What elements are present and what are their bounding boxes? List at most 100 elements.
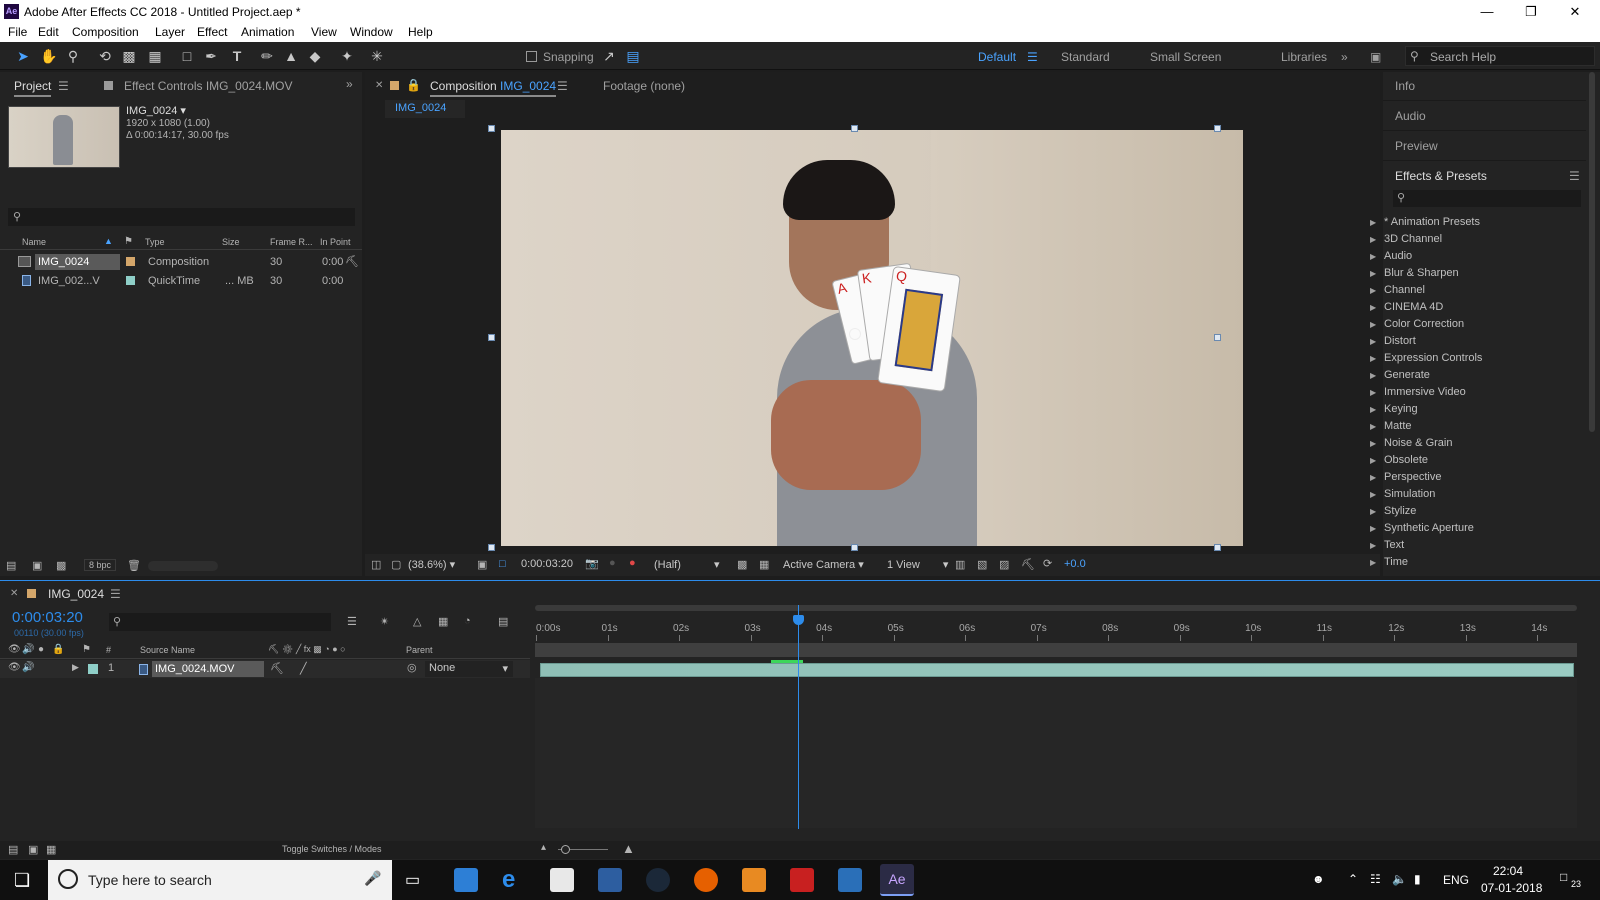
video-switch-icon[interactable]: 👁 [8, 644, 21, 655]
comp-breadcrumb[interactable]: IMG_0024 [385, 100, 465, 118]
sort-ascending-icon[interactable]: ▲ [104, 236, 113, 246]
flowchart-icon[interactable]: ⛏ [1021, 558, 1035, 571]
hand-tool-icon[interactable]: ✋ [40, 47, 58, 65]
effect-category[interactable]: Color Correction [1370, 318, 1464, 330]
search-help-field[interactable]: ⚲ Search Help [1405, 46, 1595, 66]
frame-blending-icon[interactable]: ▦ [438, 615, 448, 628]
label-color-swatch[interactable] [126, 276, 135, 285]
col-type[interactable]: Type [145, 237, 165, 247]
new-composition-icon[interactable]: ▩ [56, 559, 66, 572]
effect-category[interactable]: * Animation Presets [1370, 216, 1480, 228]
table-row[interactable]: IMG_002...V QuickTime ... MB 30 0:00 [0, 272, 362, 290]
workspace-menu-icon[interactable]: ☰ [1027, 50, 1038, 64]
effect-category[interactable]: Blur & Sharpen [1370, 267, 1459, 279]
draft-3d-icon[interactable]: ✴ [380, 615, 389, 628]
more-workspaces-icon[interactable]: » [1341, 50, 1348, 64]
clock-date[interactable]: 07-01-2018 [1481, 881, 1542, 895]
col-frame-rate[interactable]: Frame R... [270, 237, 313, 247]
menu-animation[interactable]: Animation [241, 25, 294, 39]
zoom-tool-icon[interactable]: ⚲ [64, 47, 82, 65]
expand-modes-icon[interactable]: ▣ [28, 843, 38, 856]
steam-icon[interactable] [646, 868, 670, 892]
effect-category[interactable]: Noise & Grain [1370, 437, 1453, 449]
type-tool-icon[interactable]: T [228, 47, 246, 65]
task-view-icon[interactable]: ▭ [405, 870, 420, 890]
store-icon[interactable] [550, 868, 574, 892]
toggle-switches-modes-button[interactable]: Toggle Switches / Modes [282, 844, 382, 854]
close-tab-icon[interactable]: ✕ [10, 588, 18, 599]
current-time-display[interactable]: 0:00:03:20 [521, 558, 573, 570]
tab-composition[interactable]: Composition IMG_0024 [430, 79, 557, 97]
layer-duration-bar[interactable] [540, 663, 1574, 677]
volume-icon[interactable]: 🔈 [1392, 872, 1407, 886]
workspace-libraries[interactable]: Libraries [1281, 50, 1327, 64]
menu-edit[interactable]: Edit [38, 25, 59, 39]
effects-menu-icon[interactable]: ☰ [1569, 169, 1580, 183]
region-of-interest-icon[interactable]: □ [499, 558, 506, 570]
expand-layer-switches-icon[interactable]: ▤ [8, 843, 18, 856]
menu-layer[interactable]: Layer [155, 25, 185, 39]
transform-handle[interactable] [1214, 125, 1221, 132]
project-item-name[interactable]: IMG_0024 [35, 254, 120, 270]
delete-trash-icon[interactable]: 🗑 [127, 559, 141, 572]
col-layer-number[interactable]: # [106, 645, 111, 655]
firefox-icon[interactable] [694, 868, 718, 892]
tray-overflow-icon[interactable]: ⌃ [1348, 872, 1358, 886]
menu-effect[interactable]: Effect [197, 25, 227, 39]
brush-tool-icon[interactable]: ✏ [258, 47, 276, 65]
zoom-out-icon[interactable]: ▴ [541, 842, 546, 853]
movies-app-icon[interactable] [598, 868, 622, 892]
roto-brush-tool-icon[interactable]: ✦ [338, 47, 356, 65]
layer-name[interactable]: IMG_0024.MOV [152, 661, 264, 677]
transform-handle[interactable] [1214, 544, 1221, 551]
effect-category[interactable]: Simulation [1370, 488, 1435, 500]
close-tab-icon[interactable]: ✕ [375, 80, 383, 91]
selected-item-name[interactable]: IMG_0024 ▾ [126, 104, 186, 117]
tab-project[interactable]: Project [14, 79, 52, 97]
layer-expand-icon[interactable]: ▶ [72, 662, 79, 673]
notification-icon[interactable]: □ [1560, 870, 1567, 884]
audio-section[interactable]: Audio [1383, 102, 1586, 131]
timeline-tab-name[interactable]: IMG_0024 [48, 587, 104, 601]
after-effects-taskbar-icon[interactable]: Ae [880, 864, 914, 896]
show-snapshot-icon[interactable]: ● [609, 557, 616, 569]
motion-blur-icon[interactable]: ◔ [464, 615, 471, 627]
quality-switch-icon[interactable]: ╱ [300, 662, 307, 675]
effect-category[interactable]: Distort [1370, 335, 1416, 347]
effect-category[interactable]: Obsolete [1370, 454, 1428, 466]
clone-stamp-tool-icon[interactable]: ▲ [282, 47, 300, 65]
shy-layers-icon[interactable]: △ [413, 615, 421, 628]
puppet-tool-icon[interactable]: ✳ [368, 47, 386, 65]
col-size[interactable]: Size [222, 237, 240, 247]
menu-window[interactable]: Window [350, 25, 393, 39]
effect-category[interactable]: Channel [1370, 284, 1425, 296]
edge-browser-icon[interactable]: e [502, 868, 526, 892]
parent-dropdown[interactable]: None ▾ [425, 661, 513, 677]
layer-visibility-icon[interactable]: 👁 [8, 662, 21, 673]
lock-icon[interactable]: 🔒 [406, 78, 421, 92]
effect-category[interactable]: Generate [1370, 369, 1430, 381]
col-in-point[interactable]: In Point [320, 237, 351, 247]
effects-search-input[interactable]: ⚲ [1393, 190, 1581, 207]
lock-switch-icon[interactable]: 🔒 [52, 644, 64, 655]
toggle-pixel-aspect-icon[interactable]: ▥ [955, 558, 965, 571]
maximize-icon[interactable]: ❐ [1509, 2, 1553, 22]
color-depth-button[interactable]: 8 bpc [84, 559, 117, 571]
windows-start-icon[interactable]: ❏ [14, 870, 30, 891]
workspace-default[interactable]: Default [978, 50, 1016, 64]
composition-viewer[interactable]: A K Q [501, 130, 1243, 546]
solo-switch-icon[interactable]: ● [38, 644, 44, 655]
collapse-transform-icon[interactable]: ⛏ [270, 662, 284, 675]
time-navigator[interactable] [535, 643, 1577, 657]
menu-help[interactable]: Help [408, 25, 433, 39]
3d-draft-icon[interactable]: ▦ [759, 558, 769, 571]
always-preview-icon[interactable]: ◫ [371, 558, 381, 571]
col-name[interactable]: Name [22, 237, 46, 247]
effect-category[interactable]: Matte [1370, 420, 1411, 432]
playhead-handle-icon[interactable] [793, 615, 805, 625]
graph-editor-icon[interactable]: ▤ [498, 615, 508, 628]
track-area[interactable] [535, 678, 1577, 828]
channel-icon[interactable]: ● [629, 557, 636, 569]
people-icon[interactable]: ☻ [1312, 872, 1325, 886]
tab-footage[interactable]: Footage (none) [603, 79, 685, 93]
